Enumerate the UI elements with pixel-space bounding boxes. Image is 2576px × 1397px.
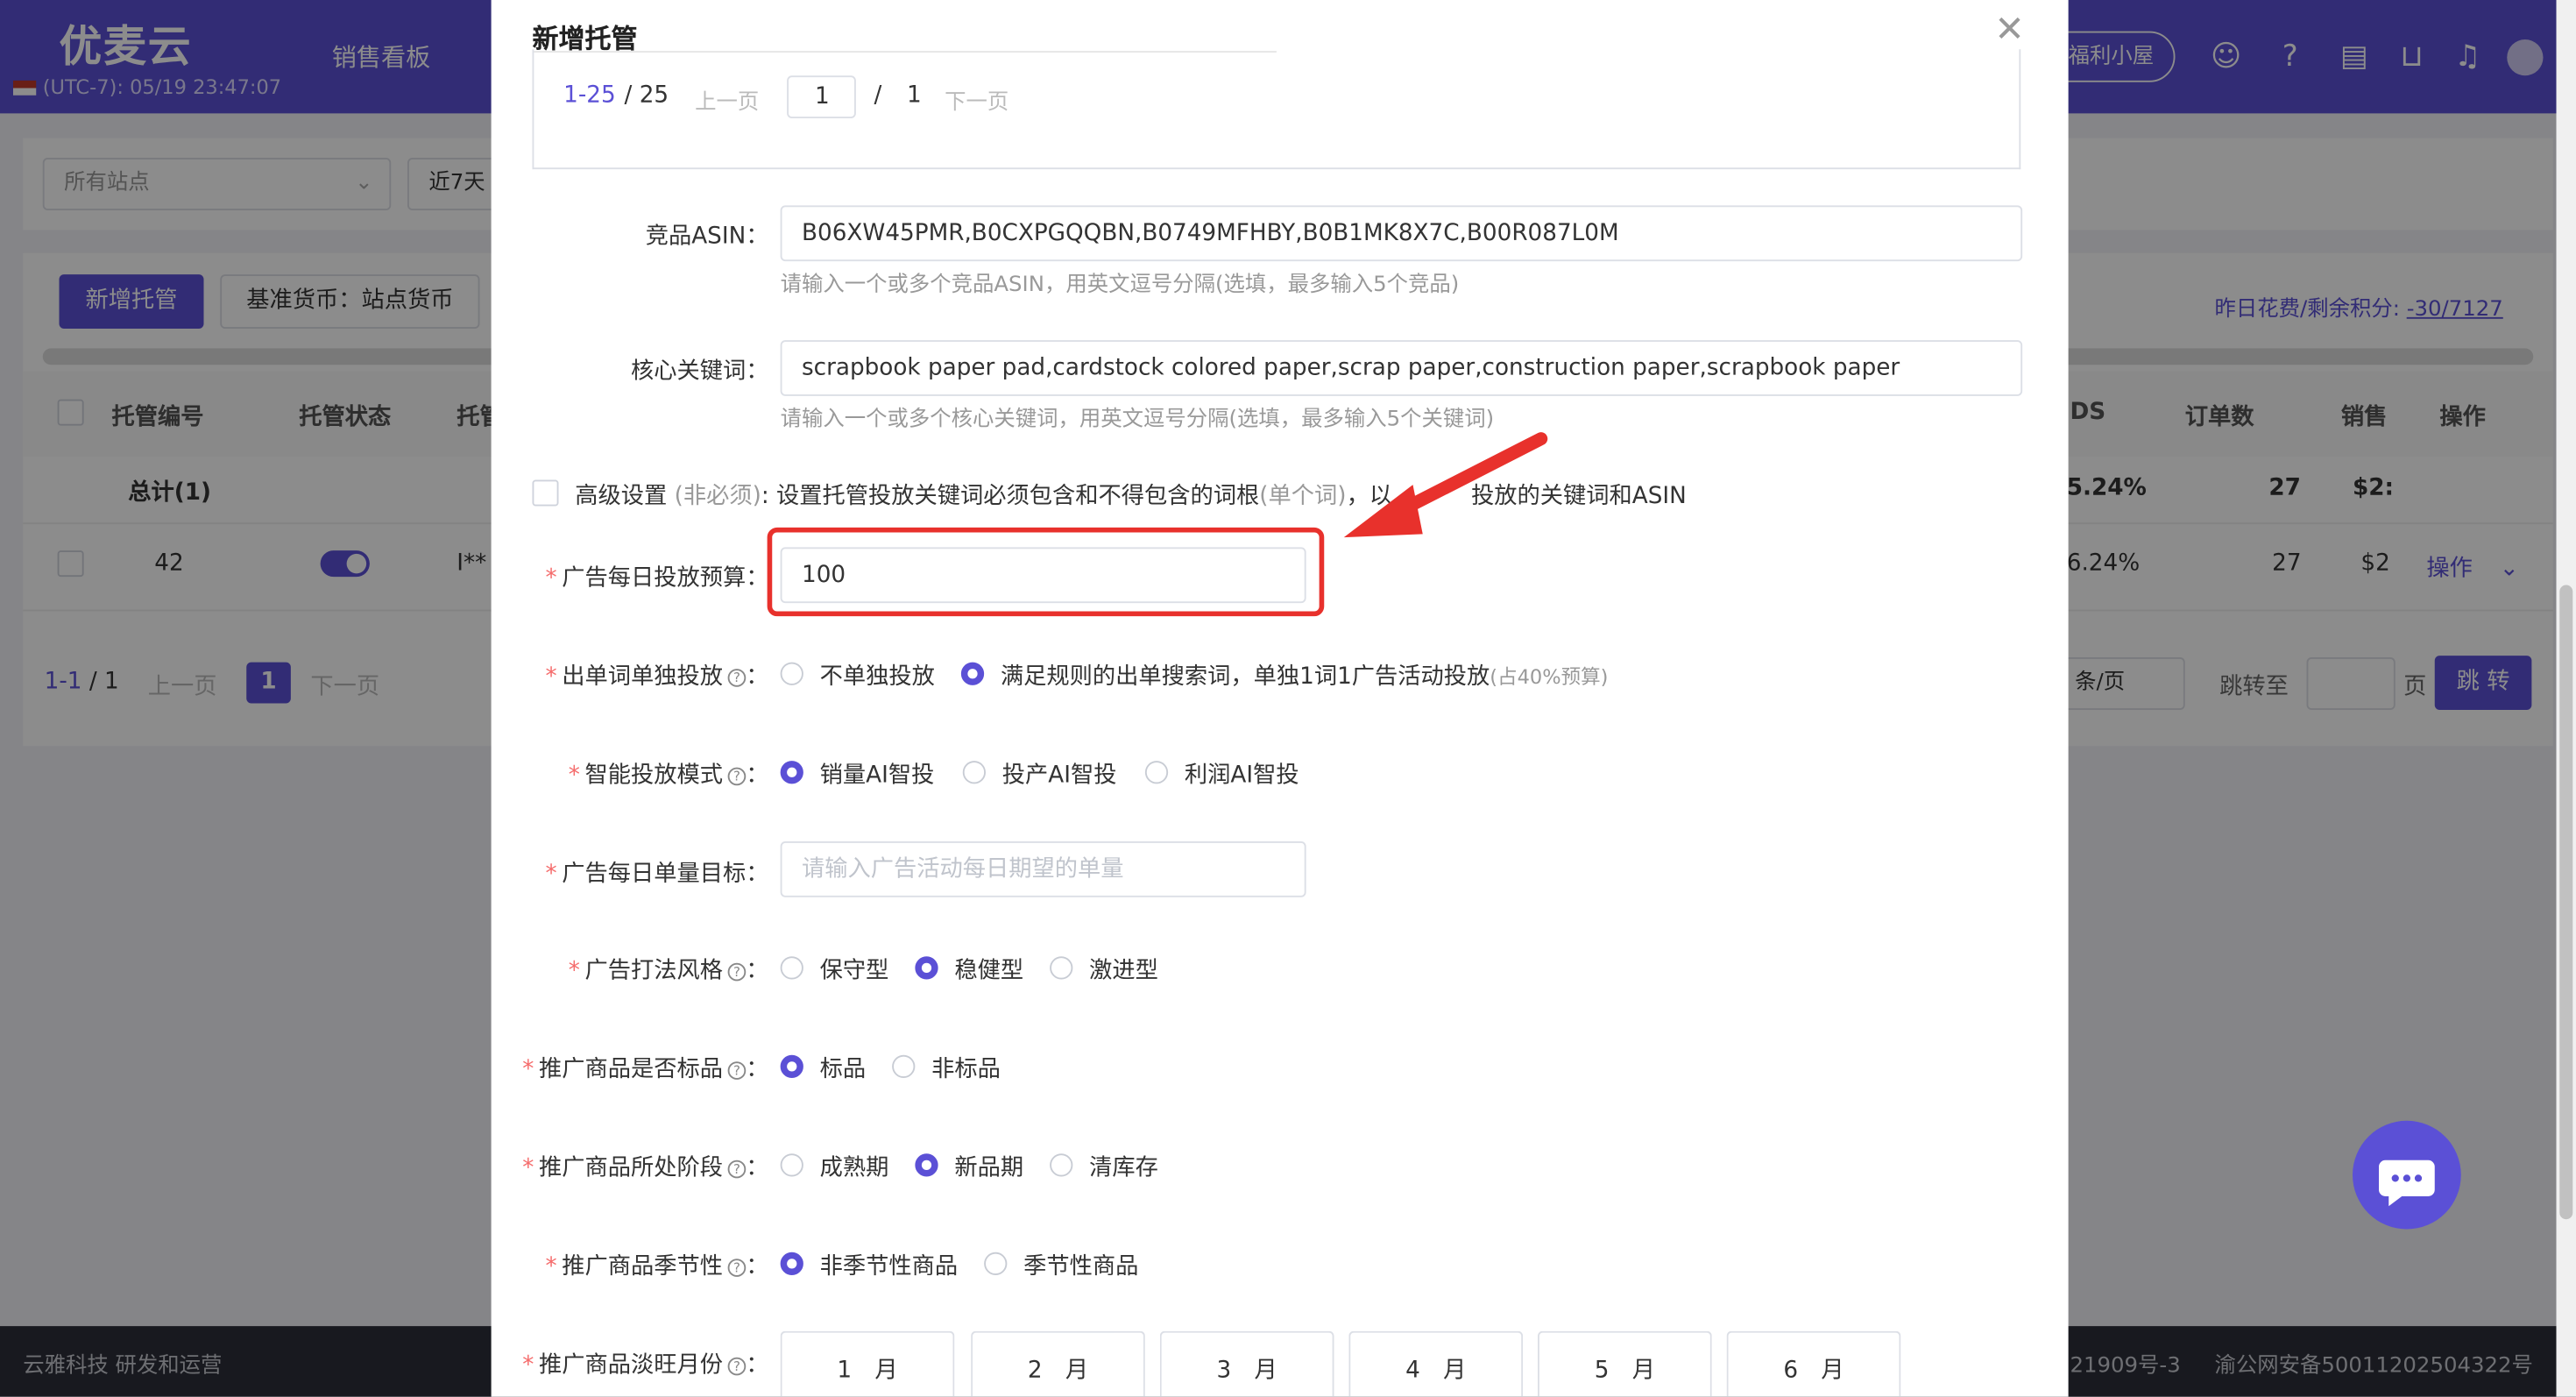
standard-option-0[interactable]: 标品 (820, 1052, 867, 1085)
help-icon[interactable]: ? (727, 766, 747, 785)
smart-mode-label: * 智能投放模式?： (568, 762, 769, 789)
smart-mode-option-0[interactable]: 销量AI智投 (820, 757, 935, 791)
daily-orders-label: * 广告每日单量目标： (545, 861, 769, 888)
seasonal-label: * 推广商品季节性?： (545, 1253, 769, 1280)
smart-mode-option-2[interactable]: 利润AI智投 (1185, 757, 1299, 791)
standard-option-0-radio[interactable] (780, 1054, 803, 1078)
highlight-box (767, 527, 1325, 617)
close-icon[interactable]: ✕ (1994, 12, 2025, 49)
add-managed-dialog: 新增托管 ✕ 1-25 / 25 上一页 1 / 1 下一页 竞品ASIN： B… (491, 0, 2069, 1397)
daily-budget-label: * 广告每日投放预算： (545, 565, 769, 592)
single-word-option-1[interactable]: 满足规则的出单搜索词，单独1词1广告活动投放(占40%预算) (1001, 659, 1609, 692)
stage-option-2[interactable]: 清库存 (1089, 1151, 1158, 1184)
stage-option-1[interactable]: 新品期 (954, 1151, 1023, 1184)
single-word-label: * 出单词单独投放?： (545, 663, 769, 691)
annotation-arrow-icon (1343, 432, 1548, 538)
inner-page-input[interactable]: 1 (787, 75, 856, 118)
stage-option-1-radio[interactable] (915, 1153, 938, 1177)
help-icon[interactable]: ? (727, 1356, 747, 1375)
smart-mode-option-1-radio[interactable] (962, 761, 986, 784)
month-box-4[interactable]: 4 月 (1348, 1330, 1524, 1397)
inner-pager-pages: 1 (907, 82, 922, 109)
competitor-asin-label: 竞品ASIN： (645, 223, 769, 250)
help-icon[interactable]: ? (727, 1060, 747, 1079)
month-box-5[interactable]: 5 月 (1538, 1330, 1712, 1397)
ad-style-option-1[interactable]: 稳健型 (954, 954, 1023, 987)
inner-pager-next[interactable]: 下一页 (945, 84, 1008, 115)
page-scrollbar[interactable] (2556, 0, 2576, 1397)
seasonal-option-0[interactable]: 非季节性商品 (820, 1249, 959, 1282)
ad-style-option-0[interactable]: 保守型 (820, 954, 889, 987)
single-word-option-1-radio[interactable] (960, 662, 985, 685)
ad-style-option-0-radio[interactable] (780, 956, 803, 980)
core-keywords-input[interactable]: scrapbook paper pad,cardstock colored pa… (780, 340, 2023, 396)
inner-pager-slash: / (874, 82, 882, 109)
help-icon[interactable]: ? (727, 668, 747, 686)
stage-option-2-radio[interactable] (1050, 1153, 1073, 1177)
standard-label: * 推广商品是否标品?： (522, 1056, 769, 1083)
ad-style-label: * 广告打法风格?： (568, 958, 769, 985)
seasonal-option-1[interactable]: 季节性商品 (1023, 1249, 1138, 1282)
month-box-3[interactable]: 3 月 (1159, 1330, 1334, 1397)
month-box-2[interactable]: 2 月 (971, 1330, 1145, 1397)
core-keywords-label: 核心关键词： (631, 358, 769, 385)
stage-option-0-radio[interactable] (780, 1153, 803, 1177)
month-box-1[interactable]: 1 月 (780, 1330, 955, 1397)
smart-mode-option-0-radio[interactable] (780, 761, 803, 784)
seasonal-option-0-radio[interactable] (780, 1252, 803, 1275)
competitor-asin-hint: 请输入一个或多个竞品ASIN，用英文逗号分隔(选填，最多输入5个竞品) (780, 273, 1460, 298)
help-icon[interactable]: ? (727, 1159, 747, 1178)
single-word-option-0[interactable]: 不单独投放 (820, 659, 935, 692)
advanced-settings-checkbox[interactable] (532, 479, 559, 507)
help-icon[interactable]: ? (727, 1258, 747, 1276)
inner-pager-range: 1-25 (563, 82, 616, 109)
inner-pager-total: / 25 (624, 82, 669, 109)
standard-option-1-radio[interactable] (892, 1054, 916, 1078)
inner-pager-prev[interactable]: 上一页 (695, 84, 759, 115)
stage-option-0[interactable]: 成熟期 (820, 1151, 889, 1184)
seasonal-option-1-radio[interactable] (984, 1252, 1008, 1275)
smart-mode-option-1[interactable]: 投产AI智投 (1002, 757, 1117, 791)
standard-option-1[interactable]: 非标品 (931, 1052, 1001, 1085)
ad-style-option-2-radio[interactable] (1050, 956, 1073, 980)
competitor-asin-input[interactable]: B06XW45PMR,B0CXPGQQBN,B0749MFHBY,B0B1MK8… (780, 205, 2023, 262)
daily-orders-input[interactable]: 请输入广告活动每日期望的单量 (780, 841, 1306, 897)
ad-style-option-2[interactable]: 激进型 (1089, 954, 1158, 987)
chat-bubble-icon (2379, 1159, 2435, 1207)
month-box-6[interactable]: 6 月 (1726, 1330, 1901, 1397)
off-months-label: * 推广商品淡旺月份?： (522, 1352, 769, 1379)
stage-label: * 推广商品所处阶段?： (522, 1155, 769, 1182)
help-icon[interactable]: ? (727, 961, 747, 981)
ad-style-option-1-radio[interactable] (915, 956, 938, 980)
chat-button[interactable] (2353, 1120, 2461, 1230)
smart-mode-option-2-radio[interactable] (1144, 761, 1169, 784)
single-word-option-0-radio[interactable] (780, 662, 803, 685)
